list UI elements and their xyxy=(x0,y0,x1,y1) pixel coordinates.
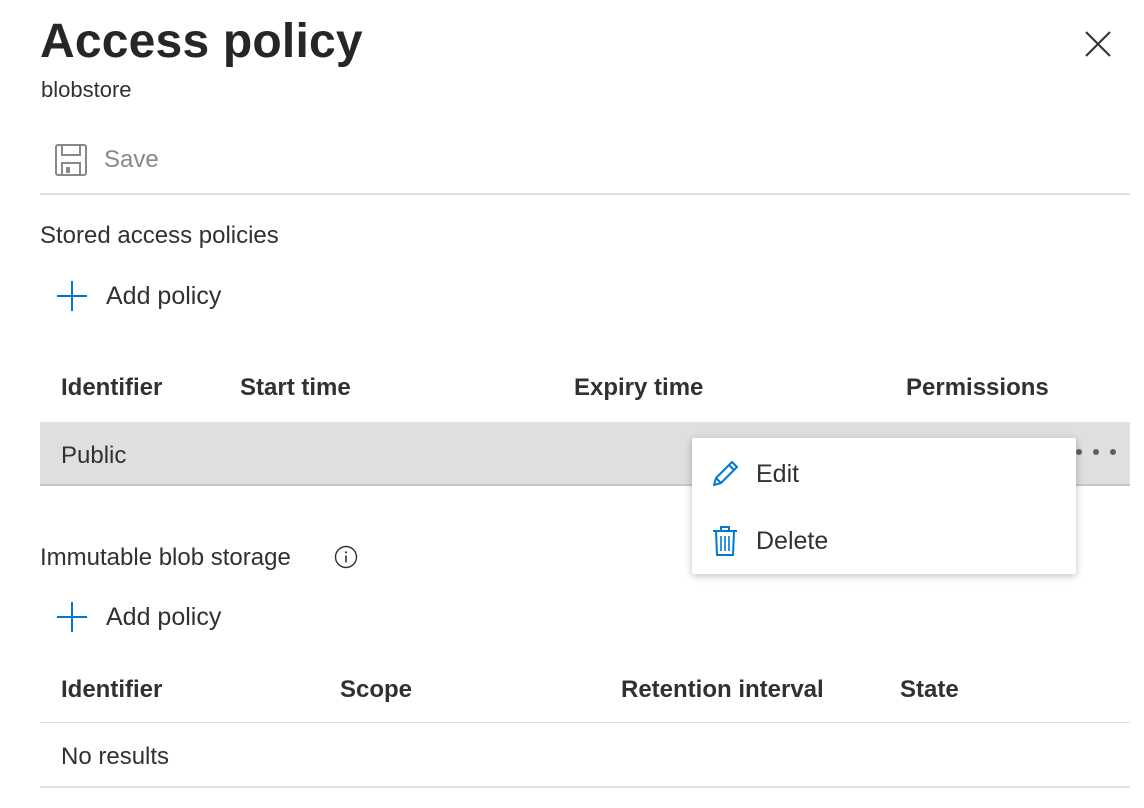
close-icon xyxy=(1085,31,1111,57)
menu-item-delete[interactable]: Delete xyxy=(692,511,1076,571)
column-header-expiry-time[interactable]: Expiry time xyxy=(574,373,703,403)
column-header-identifier[interactable]: Identifier xyxy=(61,675,162,705)
menu-item-edit[interactable]: Edit xyxy=(692,444,1076,504)
column-header-identifier[interactable]: Identifier xyxy=(61,373,162,403)
save-icon xyxy=(55,144,87,176)
column-header-retention-interval[interactable]: Retention interval xyxy=(621,675,824,705)
table-bottom-divider xyxy=(40,786,1130,788)
toolbar-divider xyxy=(40,193,1130,195)
row-identifier: Public xyxy=(61,442,127,469)
column-header-start-time[interactable]: Start time xyxy=(240,373,351,403)
immutable-storage-heading: Immutable blob storage xyxy=(40,544,291,571)
trash-icon xyxy=(708,524,742,558)
close-button[interactable] xyxy=(1080,26,1116,62)
save-button[interactable]: Save xyxy=(54,138,159,182)
column-header-permissions[interactable]: Permissions xyxy=(906,373,1049,403)
column-header-scope[interactable]: Scope xyxy=(340,675,412,705)
plus-icon xyxy=(57,602,87,632)
save-label: Save xyxy=(104,146,159,173)
context-menu: Edit Delete xyxy=(692,438,1076,574)
menu-item-label: Edit xyxy=(756,459,800,488)
add-policy-label: Add policy xyxy=(106,281,222,310)
empty-results-text: No results xyxy=(61,743,170,770)
stored-policies-heading: Stored access policies xyxy=(40,222,279,249)
info-button[interactable] xyxy=(334,545,358,569)
add-immutable-policy-button[interactable]: Add policy xyxy=(56,601,221,633)
add-policy-label: Add policy xyxy=(106,602,222,631)
page-subtitle: blobstore xyxy=(41,77,132,102)
more-actions-button[interactable] xyxy=(1076,440,1116,464)
add-stored-policy-button[interactable]: Add policy xyxy=(56,280,221,312)
pencil-icon xyxy=(708,457,742,491)
table-header-divider xyxy=(40,722,1130,723)
page-title: Access policy xyxy=(40,15,363,68)
info-icon xyxy=(334,545,358,569)
menu-item-label: Delete xyxy=(756,526,829,555)
more-icon xyxy=(1076,449,1082,455)
column-header-state[interactable]: State xyxy=(900,675,959,705)
plus-icon xyxy=(57,281,87,311)
